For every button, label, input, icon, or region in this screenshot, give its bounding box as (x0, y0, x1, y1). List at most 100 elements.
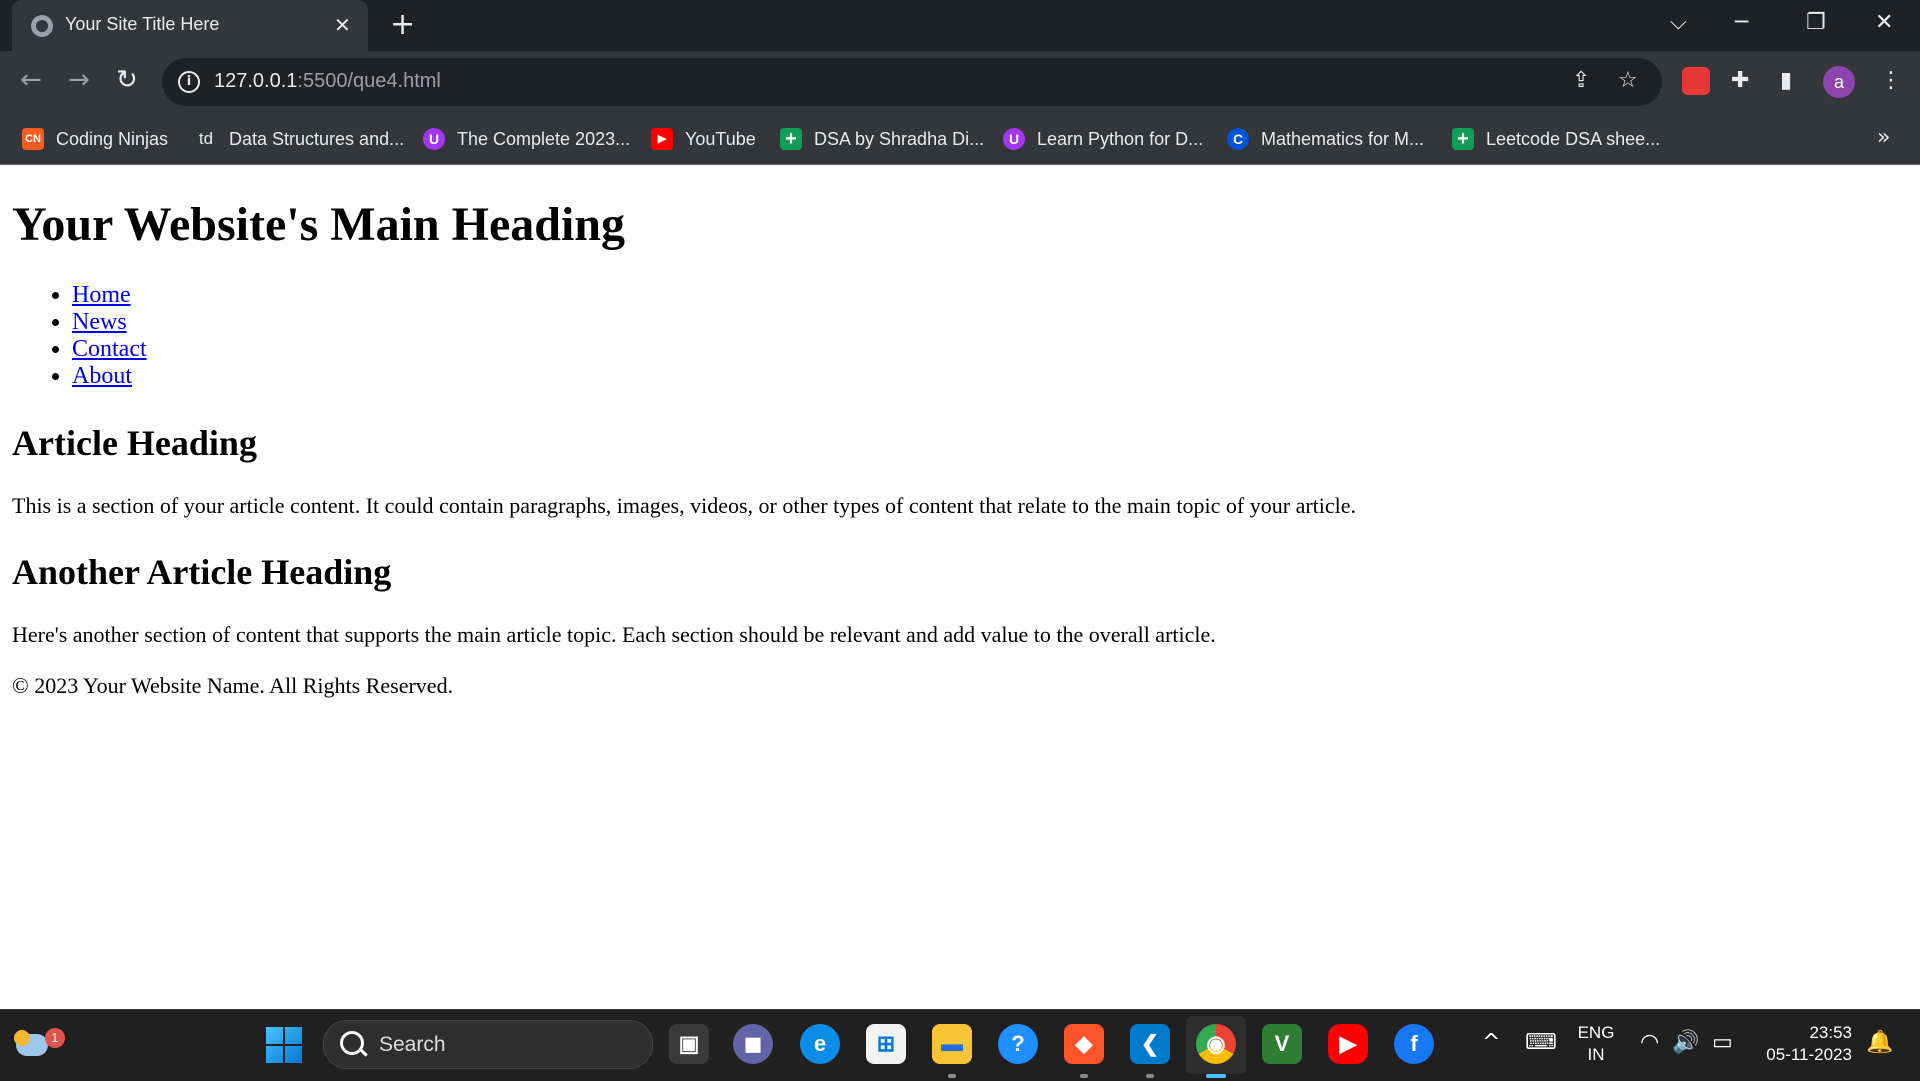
file-explorer-icon[interactable]: ▬ (932, 1024, 972, 1064)
help-icon[interactable]: ? (998, 1024, 1038, 1064)
share-icon[interactable]: ⇪ (1572, 68, 1590, 94)
coding-ninjas-icon: CN (22, 128, 44, 150)
bookmarks-bar: CN Coding Ninjas td Data Structures and.… (0, 114, 1920, 165)
bookmark-label: Leetcode DSA shee... (1486, 128, 1661, 149)
article-paragraph: This is a section of your article conten… (12, 493, 1357, 518)
url-text[interactable]: 127.0.0.1:5500/que4.html (214, 70, 441, 93)
reload-icon[interactable]: ↻ (116, 65, 138, 95)
taskbar: 1 Search ▣ ◼ e ⊞ ▬ ? ◆ ❮ ◉ V ▶ f ^ ⌨ ENG… (0, 1009, 1920, 1081)
region-code: IN (1587, 1045, 1605, 1064)
sheets-icon: + (1452, 128, 1474, 150)
forward-icon[interactable]: → (68, 65, 90, 95)
tab-title: Your Site Title Here (65, 14, 220, 34)
globe-icon (31, 15, 53, 37)
clock-time: 23:53 (1809, 1023, 1852, 1042)
show-hidden-icons-icon[interactable]: ^ (1482, 1030, 1500, 1056)
page-content: Your Website's Main Heading Home News Co… (0, 165, 1920, 1009)
sheets-icon: + (780, 128, 802, 150)
task-view-icon[interactable]: ▣ (669, 1024, 709, 1064)
back-icon[interactable]: ← (20, 65, 42, 95)
clock[interactable]: 23:53 05-11-2023 (1752, 1022, 1852, 1066)
vite-icon[interactable]: V (1262, 1024, 1302, 1064)
chrome-icon[interactable]: ◉ (1196, 1024, 1236, 1064)
profile-avatar[interactable]: a (1823, 66, 1855, 98)
restore-icon[interactable]: ❐ (1806, 8, 1826, 38)
bookmark-item[interactable]: CN Coding Ninjas (22, 124, 168, 154)
article-heading: Another Article Heading (12, 552, 392, 592)
keyboard-icon[interactable]: ⌨ (1525, 1030, 1557, 1056)
wifi-icon[interactable]: ◠ (1640, 1030, 1659, 1056)
tab-search-icon[interactable]: ⌵ (1670, 8, 1687, 38)
nav-link-about[interactable]: About (72, 363, 132, 389)
address-bar[interactable]: i 127.0.0.1:5500/que4.html ⇪ ☆ (162, 58, 1662, 106)
bookmark-item[interactable]: U The Complete 2023... (423, 124, 630, 154)
vscode-icon[interactable]: ❮ (1130, 1024, 1170, 1064)
teams-icon[interactable]: ◼ (733, 1024, 773, 1064)
new-tab-button[interactable]: + (390, 10, 415, 40)
site-info-icon[interactable]: i (178, 71, 200, 93)
youtube-icon[interactable]: ▶ (1328, 1024, 1368, 1064)
bookmark-label: Mathematics for M... (1261, 128, 1425, 149)
active-indicator (1206, 1074, 1226, 1078)
nav-link-contact[interactable]: Contact (72, 336, 147, 362)
language-code: ENG (1577, 1023, 1615, 1042)
bookmark-label: Data Structures and... (229, 128, 405, 149)
nav-list-item: Home (72, 282, 147, 309)
bookmark-item[interactable]: td Data Structures and... (195, 124, 404, 154)
bookmark-label: YouTube (685, 128, 756, 149)
bookmark-item[interactable]: C Mathematics for M... (1227, 124, 1424, 154)
udemy-icon: U (1003, 128, 1025, 150)
notification-bell-icon[interactable]: 🔔 (1866, 1030, 1893, 1056)
clock-date: 05-11-2023 (1766, 1045, 1852, 1064)
bookmarks-overflow-icon[interactable]: » (1877, 125, 1890, 150)
browser-title-bar: Your Site Title Here ✕ + ⌵ ─ ❐ ✕ (0, 0, 1920, 51)
extensions-puzzle-icon[interactable]: ✚ (1731, 68, 1749, 94)
bookmark-label: The Complete 2023... (457, 128, 631, 149)
main-heading: Your Website's Main Heading (12, 198, 625, 251)
udemy-icon: U (423, 128, 445, 150)
start-button[interactable] (266, 1027, 302, 1063)
nav-list-item: About (72, 363, 147, 390)
facebook-icon[interactable]: f (1394, 1024, 1434, 1064)
nav-list: Home News Contact About (12, 282, 147, 390)
windows-logo-icon (266, 1027, 302, 1063)
running-indicator (1080, 1074, 1088, 1078)
bookmark-label: Coding Ninjas (56, 128, 169, 149)
search-label: Search (379, 1033, 446, 1056)
footer-text: © 2023 Your Website Name. All Rights Res… (12, 673, 454, 698)
bookmark-label: DSA by Shradha Di... (814, 128, 985, 149)
tab-close-icon[interactable]: ✕ (334, 13, 351, 37)
search-icon (340, 1031, 364, 1055)
article-heading: Article Heading (12, 423, 257, 463)
nav-link-home[interactable]: Home (72, 282, 131, 308)
store-icon[interactable]: ⊞ (866, 1024, 906, 1064)
nav-list-item: News (72, 309, 147, 336)
volume-icon[interactable]: 🔊 (1672, 1030, 1699, 1056)
weather-widget[interactable]: 1 (12, 1024, 65, 1068)
article-paragraph: Here's another section of content that s… (12, 622, 1216, 647)
brave-icon[interactable]: ◆ (1064, 1024, 1104, 1064)
minimize-icon[interactable]: ─ (1735, 8, 1748, 38)
edge-icon[interactable]: e (800, 1024, 840, 1064)
browser-tab[interactable]: Your Site Title Here ✕ (12, 0, 368, 51)
menu-icon[interactable]: ⋮ (1880, 68, 1902, 94)
coursera-icon: C (1227, 128, 1249, 150)
bookmark-item[interactable]: ▶ YouTube (651, 124, 756, 154)
bookmark-item[interactable]: + Leetcode DSA shee... (1452, 124, 1660, 154)
bookmark-label: Learn Python for D... (1037, 128, 1204, 149)
running-indicator (948, 1074, 956, 1078)
window-close-icon[interactable]: ✕ (1875, 8, 1893, 38)
side-panel-icon[interactable]: ▮ (1780, 68, 1792, 94)
bookmark-item[interactable]: U Learn Python for D... (1003, 124, 1203, 154)
battery-icon[interactable]: ▭ (1712, 1030, 1733, 1056)
nav-list-item: Contact (72, 336, 147, 363)
language-indicator[interactable]: ENG IN (1573, 1022, 1619, 1066)
td-icon: td (195, 128, 217, 150)
bookmark-item[interactable]: + DSA by Shradha Di... (780, 124, 984, 154)
url-host: 127.0.0.1 (214, 70, 298, 92)
bookmark-star-icon[interactable]: ☆ (1618, 68, 1638, 94)
extension-icon[interactable] (1682, 67, 1710, 95)
nav-link-news[interactable]: News (72, 309, 127, 335)
youtube-icon: ▶ (651, 128, 673, 150)
taskbar-search[interactable]: Search (323, 1020, 653, 1069)
